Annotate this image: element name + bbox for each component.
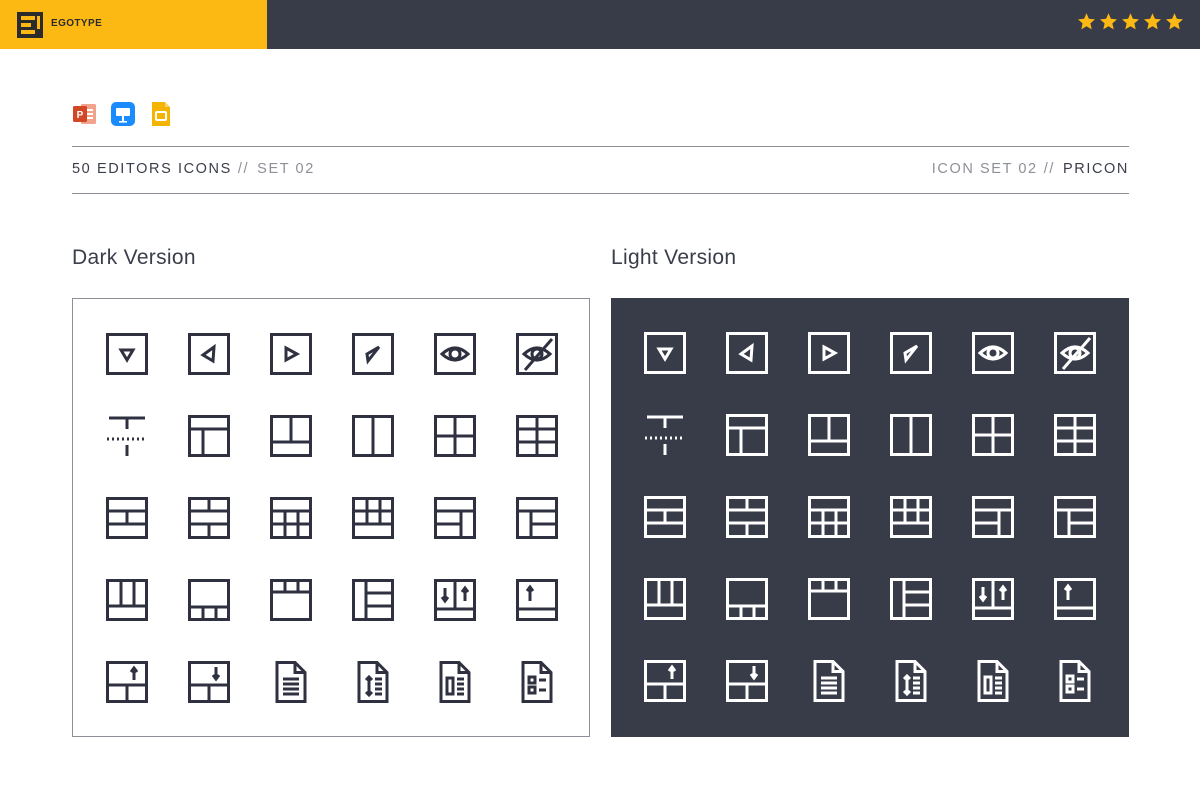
keynote-icon <box>111 102 135 126</box>
layout-top-two-columns-icon <box>270 415 312 457</box>
header-rule-bottom <box>72 193 1129 194</box>
layout-header-sidebar-right-icon <box>516 497 558 539</box>
triangle-up-box-icon <box>890 332 932 374</box>
layout-header-sidebar-icon <box>726 414 768 456</box>
layout-top-cells-icon <box>270 579 312 621</box>
star-icon <box>1166 13 1183 30</box>
dark-version-title: Dark Version <box>72 246 196 269</box>
light-version-panel <box>611 298 1129 737</box>
layout-sidebar-rows-icon <box>890 578 932 620</box>
arrows-down-up-box-icon <box>434 579 476 621</box>
triangle-right-box-icon <box>270 333 312 375</box>
star-icon <box>1100 13 1117 30</box>
layout-header-grid-3col-icon <box>352 497 394 539</box>
header-separator-right: // <box>1043 161 1055 177</box>
triangle-left-box-icon <box>726 332 768 374</box>
header-left: 50 EDITORS ICONS // SET 02 <box>72 161 315 177</box>
layout-grid-2x2-icon <box>972 414 1014 456</box>
layout-top-two-columns-icon <box>808 414 850 456</box>
layout-grid-2x3-icon <box>1054 414 1096 456</box>
layout-bottom-cells-icon <box>188 579 230 621</box>
layout-top-cells-icon <box>808 578 850 620</box>
document-list-icon <box>1059 660 1091 702</box>
layout-two-columns-icon <box>352 415 394 457</box>
egotype-logo-icon <box>17 12 43 38</box>
document-sort-icon <box>357 661 389 703</box>
document-columns-icon <box>977 660 1009 702</box>
svg-text:P: P <box>77 110 84 121</box>
header-set-label: ICON SET 02 <box>931 161 1038 177</box>
layout-two-columns-icon <box>890 414 932 456</box>
brand-bar: EGOTYPE <box>0 0 267 49</box>
brand-name: EGOTYPE <box>51 18 103 29</box>
light-version-title: Light Version <box>611 246 737 269</box>
triangle-right-box-icon <box>808 332 850 374</box>
box-arrow-up-bottom-icon <box>106 661 148 703</box>
arrows-down-up-box-icon <box>972 578 1014 620</box>
layout-sidebar-header-icon <box>972 496 1014 538</box>
layout-rows-icon <box>644 496 686 538</box>
layout-grid-3x2-icon <box>726 496 768 538</box>
rating-stars <box>1077 12 1184 31</box>
box-arrow-down-bottom-icon <box>726 660 768 702</box>
document-lines-icon <box>813 660 845 702</box>
layout-header-grid-icon <box>270 497 312 539</box>
layout-header-sidebar-right-icon <box>1054 496 1096 538</box>
star-icon <box>1144 13 1161 30</box>
powerpoint-icon: P <box>73 104 96 124</box>
text-split-icon <box>645 415 685 455</box>
layout-three-columns-top-icon <box>644 578 686 620</box>
layout-header-grid-3col-icon <box>890 496 932 538</box>
layout-grid-2x3-icon <box>516 415 558 457</box>
header-separator: // <box>237 161 250 177</box>
triangle-left-box-icon <box>188 333 230 375</box>
document-sort-icon <box>895 660 927 702</box>
star-icon <box>1122 13 1139 30</box>
document-list-icon <box>521 661 553 703</box>
layout-header-sidebar-icon <box>188 415 230 457</box>
eye-icon <box>972 332 1014 374</box>
triangle-down-box-icon <box>106 333 148 375</box>
layout-grid-3x2-icon <box>188 497 230 539</box>
layout-rows-icon <box>106 497 148 539</box>
layout-grid-2x2-icon <box>434 415 476 457</box>
header-subtitle: SET 02 <box>257 161 315 177</box>
star-icon <box>1078 13 1095 30</box>
eye-off-icon <box>516 333 558 375</box>
layout-three-columns-top-icon <box>106 579 148 621</box>
eye-off-icon <box>1054 332 1096 374</box>
document-lines-icon <box>275 661 307 703</box>
triangle-up-box-icon <box>352 333 394 375</box>
eye-icon <box>434 333 476 375</box>
header-right: ICON SET 02 // PRICON <box>932 161 1129 177</box>
dark-version-panel <box>72 298 590 737</box>
header-title: 50 EDITORS ICONS <box>72 161 232 177</box>
text-split-icon <box>107 416 147 456</box>
layout-sidebar-rows-icon <box>352 579 394 621</box>
triangle-down-box-icon <box>644 332 686 374</box>
google-slides-icon <box>152 102 170 126</box>
arrow-up-box-icon <box>516 579 558 621</box>
app-icons: P <box>72 101 174 127</box>
box-arrow-down-bottom-icon <box>188 661 230 703</box>
layout-sidebar-header-icon <box>434 497 476 539</box>
layout-header-grid-icon <box>808 496 850 538</box>
box-arrow-up-bottom-icon <box>644 660 686 702</box>
document-columns-icon <box>439 661 471 703</box>
header-rule-top <box>72 146 1129 147</box>
layout-bottom-cells-icon <box>726 578 768 620</box>
arrow-up-box-icon <box>1054 578 1096 620</box>
header-brand: PRICON <box>1063 161 1129 177</box>
